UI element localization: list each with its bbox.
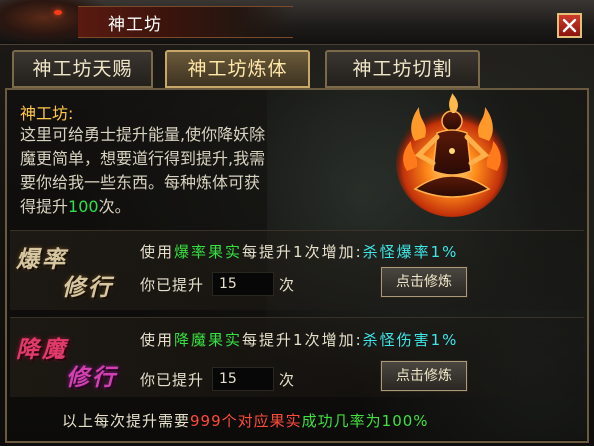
section-title-bottom: 修行 <box>66 364 118 391</box>
section-use-line: 使用爆率果实每提升1次增加:杀怪爆率1% <box>140 241 458 262</box>
close-button[interactable] <box>557 13 582 38</box>
footer-note: 以上每次提升需要999个对应果实成功几率为100% <box>62 410 429 431</box>
raise-count-field: 15 <box>212 272 274 296</box>
tab-lianti[interactable]: 神工坊炼体 <box>165 50 310 88</box>
raise-label: 你已提升 <box>140 276 205 294</box>
intro-line4-suffix: 次。 <box>98 197 131 216</box>
increase-text: 每提升1次增加: <box>242 243 363 261</box>
raise-label: 你已提升 <box>140 371 205 389</box>
intro-title: 神工坊: <box>20 104 74 123</box>
section-title-top: 爆率 <box>16 246 68 273</box>
stat-bonus: 杀怪爆率1% <box>362 243 459 261</box>
section-title-top: 降魔 <box>16 336 68 363</box>
section-title-bottom: 修行 <box>62 274 114 301</box>
tab-qiege[interactable]: 神工坊切割 <box>325 50 480 88</box>
footer-prefix: 以上每次提升需要 <box>62 412 191 430</box>
raise-count-field: 15 <box>212 367 274 391</box>
title-bar: 神工坊 <box>0 0 594 45</box>
increase-text: 每提升1次增加: <box>242 331 363 349</box>
window-title: 神工坊 <box>108 15 162 35</box>
tab-tianci[interactable]: 神工坊天赐 <box>12 50 153 88</box>
item-name: 爆率果实 <box>174 243 243 261</box>
close-x-icon <box>562 18 577 33</box>
cultivate-button[interactable]: 点击修炼 <box>380 266 468 298</box>
dragon-eye <box>54 10 62 15</box>
intro-line: 魔更简单，想要道行得到提升,我需 <box>20 149 266 168</box>
meditating-figure-flame-icon <box>396 93 508 217</box>
intro-line: 要你给我一些东西。每种炼体可获 <box>20 173 261 192</box>
raise-unit: 次 <box>279 276 295 294</box>
section-use-line: 使用降魔果实每提升1次增加:杀怪伤害1% <box>140 329 458 350</box>
intro-line4-prefix: 得提升 <box>20 197 69 216</box>
item-name: 降魔果实 <box>174 331 243 349</box>
raise-unit: 次 <box>279 371 295 389</box>
game-window: 神工坊 神工坊天赐 神工坊炼体 神工坊切割 神工坊: 这里可给勇士提升能量,使你… <box>0 0 594 446</box>
footer-cost: 999个对应果实 <box>190 412 302 430</box>
cultivate-button[interactable]: 点击修炼 <box>380 360 468 392</box>
intro-line: 这里可给勇士提升能量,使你降妖除 <box>20 125 266 144</box>
footer-success-rate: 成功几率为100% <box>301 412 429 430</box>
intro-count-value: 100 <box>68 197 99 216</box>
stat-bonus: 杀怪伤害1% <box>362 331 459 349</box>
use-prefix: 使用 <box>140 331 175 349</box>
intro-line: 得提升100次。 <box>20 196 131 218</box>
use-prefix: 使用 <box>140 243 175 261</box>
